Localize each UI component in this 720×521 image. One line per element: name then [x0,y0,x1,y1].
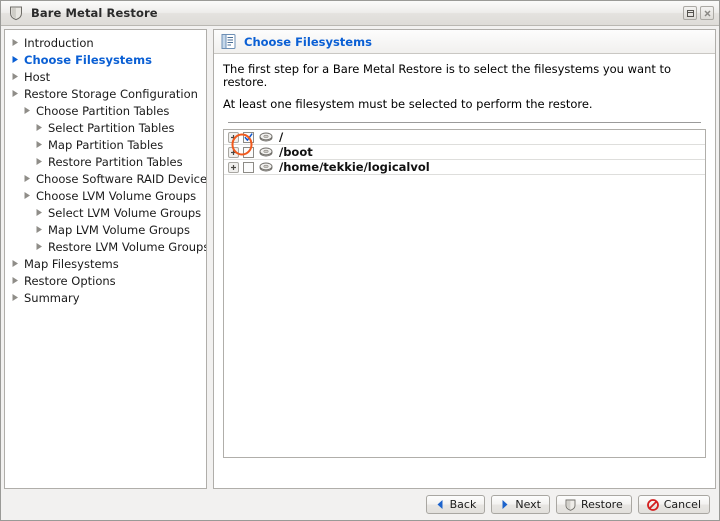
panel-header: Choose Filesystems [214,30,715,54]
cancel-button[interactable]: Cancel [637,495,710,514]
sidebar-item-label: Host [24,70,51,84]
sidebar-item-label: Introduction [24,36,94,50]
window-controls [683,6,714,20]
sidebar-item-label: Restore Storage Configuration [24,87,198,101]
sidebar-item-map-lvm-volume-groups[interactable]: Map LVM Volume Groups [5,222,206,239]
title-bar: Bare Metal Restore [1,1,719,26]
button-label: Restore [580,498,623,511]
filesystem-row[interactable]: / [224,130,705,145]
triangle-right-icon [35,224,44,237]
sidebar-item-label: Choose Software RAID Devices [36,172,207,186]
triangle-right-icon [11,88,20,101]
triangle-right-icon [35,156,44,169]
main-panel: Choose Filesystems The first step for a … [213,29,716,489]
checkbox-checked[interactable] [243,131,254,143]
sidebar-item-choose-partition-tables[interactable]: Choose Partition Tables [5,103,206,120]
triangle-right-icon [35,241,44,254]
sidebar-item-restore-lvm-volume-groups[interactable]: Restore LVM Volume Groups [5,239,206,256]
expand-plus-icon[interactable] [228,146,239,158]
disk-icon [259,147,273,158]
expand-plus-icon[interactable] [228,131,239,143]
sidebar-item-label: Restore LVM Volume Groups [48,240,207,254]
filesystem-label: / [279,130,284,144]
restore-button[interactable]: Restore [555,495,632,514]
filesystem-tree[interactable]: //boot/home/tekkie/logicalvol [223,129,706,458]
sidebar-item-label: Choose LVM Volume Groups [36,189,197,203]
sidebar-item-label: Restore Partition Tables [48,155,183,169]
triangle-right-icon [23,173,32,186]
panel-content: The first step for a Bare Metal Restore … [214,54,715,488]
document-list-icon [220,33,237,50]
sidebar-item-choose-lvm-volume-groups[interactable]: Choose LVM Volume Groups [5,188,206,205]
triangle-right-icon [11,258,20,271]
window-body: Introduction Choose Filesystems Host Restor… [1,26,719,489]
triangle-right-icon [11,71,20,84]
sidebar-item-select-lvm-volume-groups[interactable]: Select LVM Volume Groups [5,205,206,222]
maximize-icon[interactable] [683,6,697,20]
page-title: Choose Filesystems [244,34,372,49]
triangle-right-icon [35,207,44,220]
window-title: Bare Metal Restore [31,6,158,20]
button-label: Cancel [663,498,701,511]
sidebar-item-label: Map Filesystems [24,257,119,271]
sidebar-item-label: Map LVM Volume Groups [48,223,190,237]
sidebar-item-restore-partition-tables[interactable]: Restore Partition Tables [5,154,206,171]
next-button[interactable]: Next [491,495,550,514]
sidebar-item-host[interactable]: Host [5,69,206,86]
button-label: Next [515,498,541,511]
footer-button-bar: Back Next Restore Cancel [1,489,719,520]
sidebar-item-label: Restore Options [24,274,116,288]
disk-icon [259,162,273,173]
sidebar-item-choose-filesystems[interactable]: Choose Filesystems [5,52,206,69]
sidebar-item-restore-storage-configuration[interactable]: Restore Storage Configuration [5,86,206,103]
filesystem-row[interactable]: /boot [224,145,705,160]
sidebar-item-label: Select Partition Tables [48,121,175,135]
triangle-right-icon [11,275,20,288]
chevron-right-icon [500,499,510,510]
checkbox-unchecked[interactable] [243,161,254,173]
chevron-left-icon [435,499,445,510]
expand-plus-icon[interactable] [228,161,239,173]
triangle-right-icon [11,54,20,67]
checkbox-unchecked[interactable] [243,146,254,158]
description-line-1: The first step for a Bare Metal Restore … [223,62,672,89]
triangle-right-icon [23,105,32,118]
sidebar-item-restore-options[interactable]: Restore Options [5,273,206,290]
triangle-right-icon [35,139,44,152]
triangle-right-icon [11,37,20,50]
sidebar-item-label: Choose Filesystems [24,53,152,67]
triangle-right-icon [35,122,44,135]
sidebar-item-label: Map Partition Tables [48,138,164,152]
triangle-right-icon [23,190,32,203]
filesystem-label: /boot [279,145,313,159]
close-icon[interactable] [700,6,714,20]
sidebar-item-choose-software-raid-devices[interactable]: Choose Software RAID Devices [5,171,206,188]
sidebar-item-select-partition-tables[interactable]: Select Partition Tables [5,120,206,137]
shield-icon [8,5,24,21]
sidebar-item-introduction[interactable]: Introduction [5,35,206,52]
disk-icon [259,132,273,143]
sidebar-item-label: Summary [24,291,80,305]
back-button[interactable]: Back [425,495,486,514]
sidebar-item-label: Choose Partition Tables [36,104,170,118]
cancel-icon [646,498,659,511]
sidebar-item-map-filesystems[interactable]: Map Filesystems [5,256,206,273]
sidebar-item-map-partition-tables[interactable]: Map Partition Tables [5,137,206,154]
section-divider [228,122,701,123]
shield-icon [565,499,576,511]
filesystem-row[interactable]: /home/tekkie/logicalvol [224,160,705,175]
sidebar-item-label: Select LVM Volume Groups [48,206,202,220]
sidebar-item-summary[interactable]: Summary [5,290,206,307]
button-label: Back [449,498,477,511]
wizard-step-sidebar[interactable]: Introduction Choose Filesystems Host Restor… [4,29,207,489]
application-window: Bare Metal Restore Introduction Choose Fi… [0,0,720,521]
triangle-right-icon [11,292,20,305]
filesystem-label: /home/tekkie/logicalvol [279,160,430,174]
description-line-2: At least one filesystem must be selected… [223,97,593,111]
